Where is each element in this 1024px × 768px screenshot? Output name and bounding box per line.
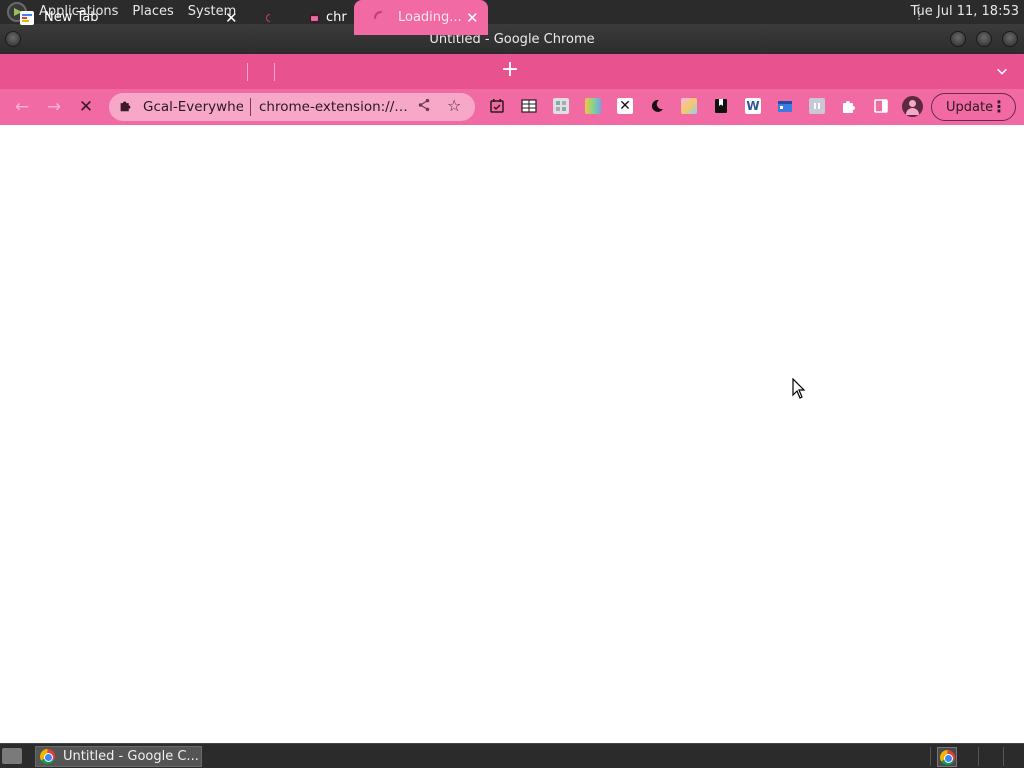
- grid-icon[interactable]: [553, 98, 569, 114]
- tray-separator: [930, 747, 931, 766]
- tray-separator: [978, 747, 979, 766]
- tab-search-chevron-icon[interactable]: [990, 60, 1014, 82]
- loading-favicon-icon: [266, 13, 271, 22]
- bottom-panel: Untitled - Google C...: [0, 743, 1024, 768]
- new-tab-button[interactable]: +: [498, 59, 522, 83]
- tab-label: New Tab: [44, 10, 99, 25]
- chrome-icon: [940, 750, 955, 765]
- taskbar-window-label: Untitled - Google C...: [63, 749, 199, 764]
- table-icon[interactable]: [521, 98, 537, 114]
- mouse-cursor-icon: [792, 378, 806, 399]
- tray-separator: [1003, 747, 1004, 766]
- x-icon[interactable]: ✕: [617, 98, 633, 114]
- tray-chrome-button[interactable]: [937, 747, 957, 767]
- tab-label: chr: [326, 10, 347, 25]
- tab-label: Loading...: [398, 10, 462, 25]
- bookmark-black-icon[interactable]: [713, 98, 729, 114]
- taskbar-window-chrome[interactable]: Untitled - Google C...: [35, 746, 202, 767]
- show-desktop-icon[interactable]: [2, 748, 22, 764]
- update-label: Update: [946, 99, 994, 115]
- tab-close-icon[interactable]: ✕: [225, 9, 238, 27]
- pause-icon[interactable]: [809, 98, 825, 114]
- tab-new-tab[interactable]: New Tab ✕: [0, 0, 247, 35]
- kebab-menu-icon[interactable]: ⋮: [991, 97, 1007, 116]
- minimize-icon[interactable]: [950, 31, 966, 47]
- clock[interactable]: Tue Jul 11, 18:53: [911, 0, 1019, 24]
- back-button[interactable]: ←: [10, 95, 34, 119]
- word-w-icon[interactable]: W: [745, 98, 761, 114]
- calendar-favicon-icon: [309, 12, 320, 23]
- profile-avatar-icon[interactable]: [902, 96, 923, 117]
- tab-pinned-extension[interactable]: [248, 0, 274, 35]
- forward-button[interactable]: →: [42, 95, 66, 119]
- update-button[interactable]: Update ⋮: [931, 93, 1016, 121]
- moon-icon[interactable]: [649, 98, 665, 114]
- gradient-tile-icon[interactable]: [585, 98, 601, 114]
- stop-loading-button[interactable]: ✕: [74, 95, 98, 119]
- bookmark-star-icon[interactable]: ☆: [447, 96, 461, 115]
- extension-puzzle-icon: [119, 99, 135, 116]
- maximize-icon[interactable]: [976, 31, 992, 47]
- calendar-blue-icon[interactable]: [777, 98, 793, 114]
- tab-separator: [247, 63, 248, 81]
- omnibox[interactable]: Gcal-Everywher chrome-extension://g... ☆: [109, 93, 475, 121]
- tab-chrome-extension[interactable]: chr: [275, 0, 353, 35]
- page-content[interactable]: [0, 125, 1024, 743]
- omnibox-site-name: Gcal-Everywher: [143, 99, 243, 115]
- browser-toolbar: ← → ✕ Gcal-Everywher chrome-extension://…: [0, 89, 1024, 125]
- loading-spinner-icon: [374, 10, 382, 19]
- omnibox-divider: [250, 98, 251, 116]
- close-window-icon[interactable]: [1002, 31, 1018, 47]
- puzzle-icon[interactable]: [841, 98, 857, 114]
- tab-loading-active[interactable]: Loading... ✕: [354, 0, 488, 35]
- tab-close-icon[interactable]: ✕: [466, 9, 479, 27]
- omnibox-url[interactable]: chrome-extension://g...: [259, 99, 409, 115]
- side-panel-icon[interactable]: [873, 98, 889, 114]
- colorful-tile-icon[interactable]: [681, 98, 697, 114]
- tab-separator: [274, 63, 275, 81]
- chrome-icon: [40, 749, 55, 764]
- calendar-check-icon[interactable]: [489, 98, 505, 114]
- new-tab-favicon-icon: [20, 10, 34, 25]
- share-icon[interactable]: [417, 98, 431, 116]
